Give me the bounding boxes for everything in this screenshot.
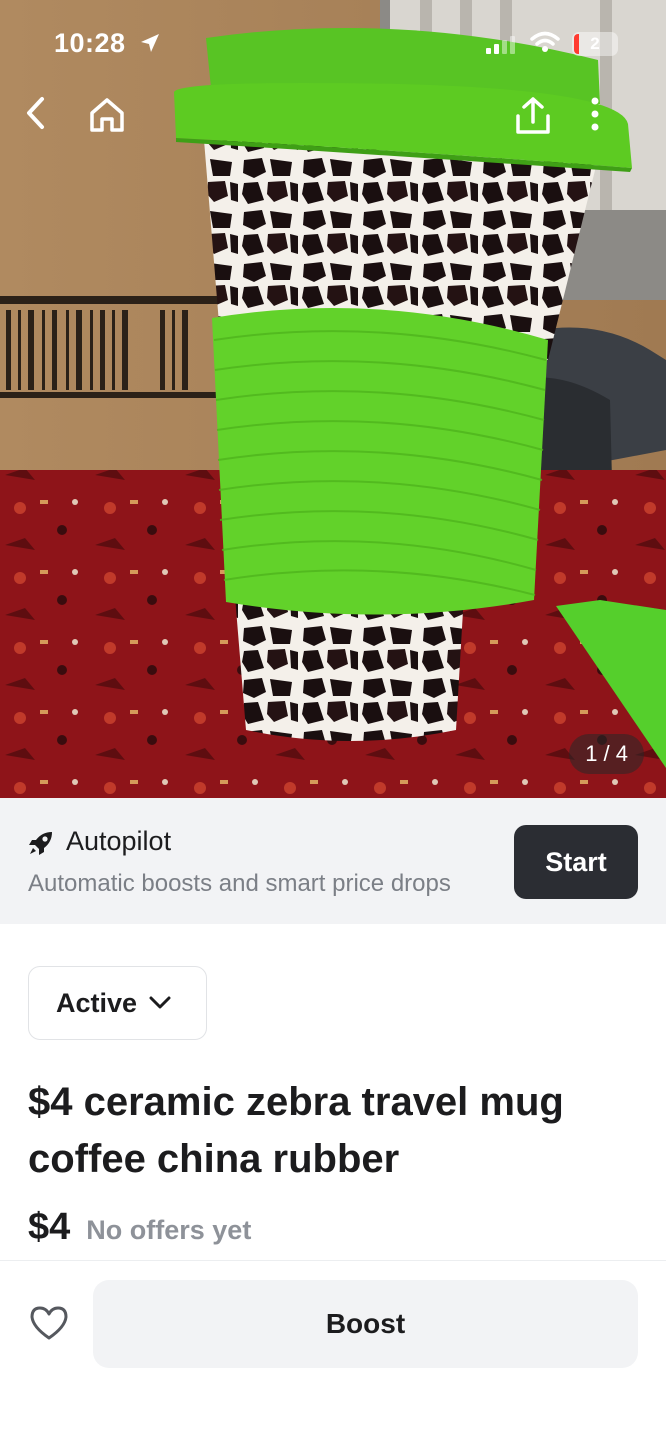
home-icon [90, 98, 124, 132]
listing-title: $4 ceramic zebra travel mug coffee china… [28, 1080, 564, 1181]
home-button[interactable] [87, 96, 135, 144]
listing-photo[interactable]: 10:28 2 1 / 4 [0, 0, 666, 798]
price-row: $4 No offers yet [28, 1206, 251, 1249]
more-options-button[interactable] [590, 96, 638, 144]
share-button[interactable] [514, 96, 562, 144]
back-button[interactable] [24, 96, 72, 144]
offers-status: No offers yet [86, 1215, 252, 1245]
listing-price: $4 [28, 1206, 71, 1248]
autopilot-subtitle: Automatic boosts and smart price drops [28, 870, 451, 897]
more-vertical-icon [591, 97, 599, 131]
favorite-button[interactable] [26, 1300, 72, 1346]
boost-button[interactable]: Boost [93, 1280, 638, 1368]
share-icon [516, 97, 550, 134]
autopilot-title: Autopilot [66, 826, 172, 856]
rocket-icon [28, 830, 54, 861]
heart-outline-icon [30, 1306, 68, 1340]
photo-counter: 1 / 4 [569, 734, 644, 774]
chevron-down-icon [149, 996, 171, 1009]
listing-status-dropdown[interactable]: Active [28, 966, 207, 1040]
start-autopilot-button[interactable]: Start [514, 825, 638, 899]
status-time: 10:28 [54, 28, 126, 58]
listing-status-label: Active [56, 987, 138, 1018]
battery-icon: 2 [572, 32, 618, 56]
status-bar: 10:28 2 [0, 0, 666, 90]
back-chevron-icon [27, 97, 44, 129]
